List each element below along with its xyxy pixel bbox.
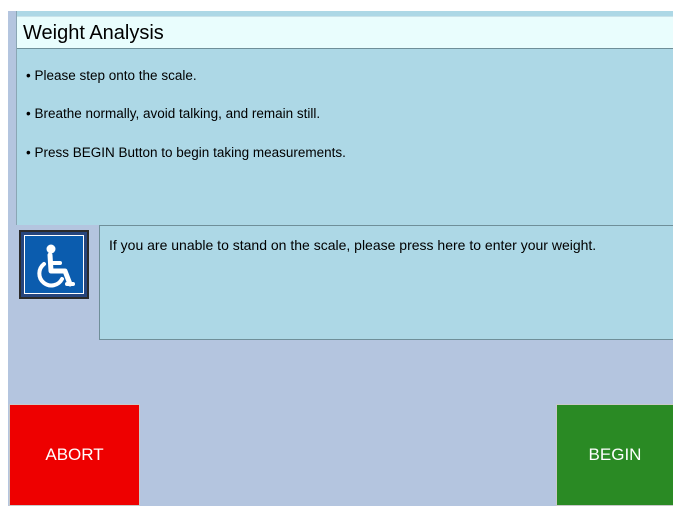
title-bar: Weight Analysis (17, 16, 673, 49)
accessibility-button[interactable] (19, 230, 89, 299)
instruction-press-begin: • Press BEGIN Button to begin taking mea… (26, 145, 346, 160)
manual-weight-entry-text: If you are unable to stand on the scale,… (109, 237, 597, 253)
instruction-breathe-normally: • Breathe normally, avoid talking, and r… (26, 106, 321, 121)
begin-button-label: BEGIN (588, 445, 642, 464)
wheelchair-icon-graphic (37, 244, 75, 288)
manual-weight-entry-button[interactable]: If you are unable to stand on the scale,… (99, 225, 673, 340)
page-title: Weight Analysis (23, 22, 164, 44)
begin-button[interactable]: BEGIN (556, 404, 673, 506)
abort-button-label: ABORT (45, 445, 104, 464)
wheelchair-icon (24, 235, 84, 294)
instruction-step-onto-scale: • Please step onto the scale. (26, 68, 197, 83)
weight-analysis-screen: Weight Analysis • Please step onto the s… (8, 11, 673, 506)
instructions-panel: Weight Analysis • Please step onto the s… (16, 11, 673, 225)
abort-button[interactable]: ABORT (9, 404, 140, 506)
